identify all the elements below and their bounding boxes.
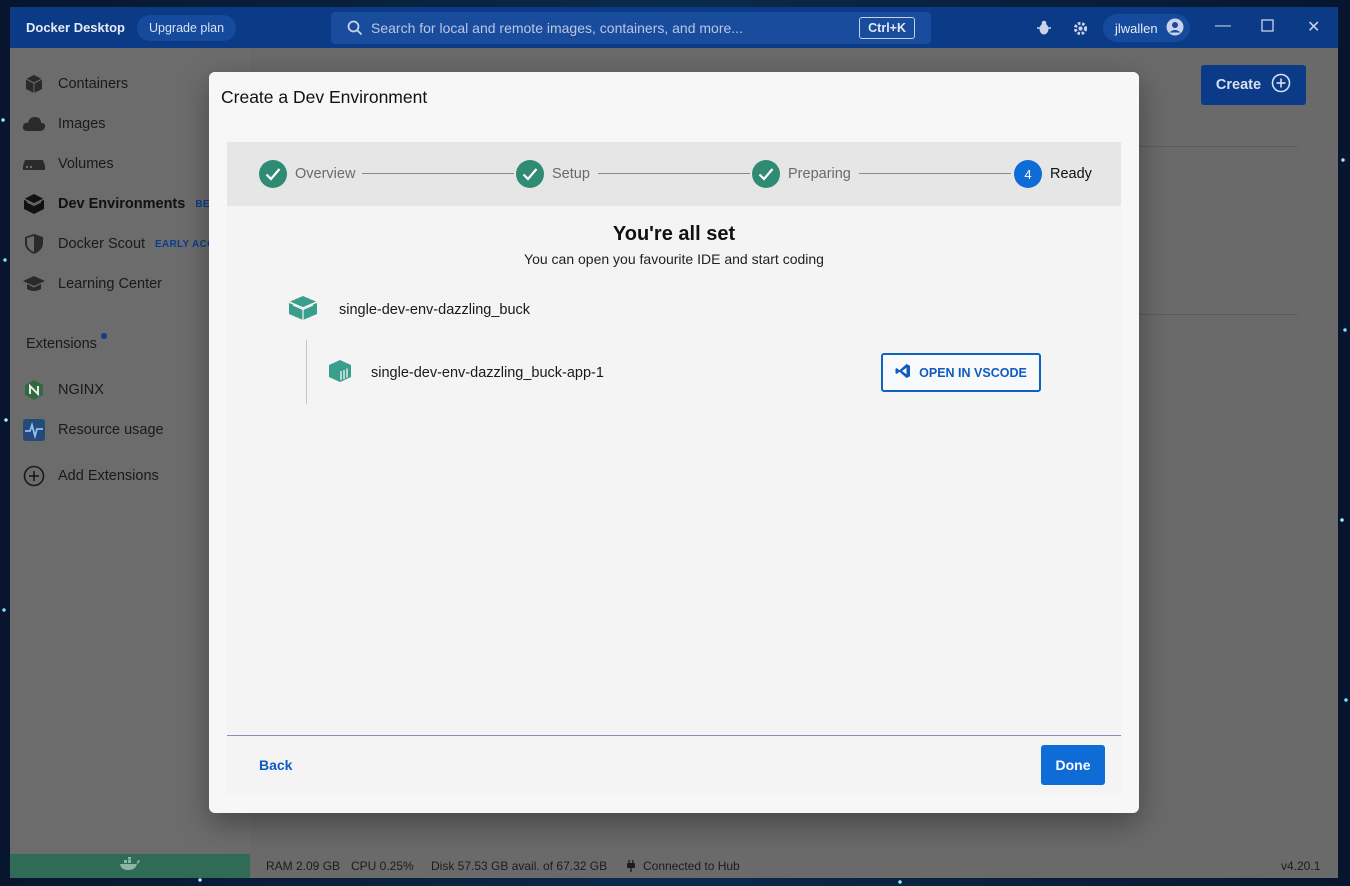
extensions-heading: Extensions [26,336,97,352]
user-menu[interactable]: jlwallen [1103,14,1190,42]
open-in-vscode-label: OPEN IN VSCODE [919,365,1027,380]
early-access-badge: EARLY ACC [155,238,215,250]
tree-connector [306,340,307,404]
shield-icon [22,232,46,256]
step-label: Setup [552,166,590,182]
sidebar-item-label: Containers [58,76,129,92]
back-button[interactable]: Back [259,757,292,773]
app-name: Docker Desktop [26,20,125,35]
dev-environments-icon [22,192,46,216]
hub-connection-status: Connected to Hub [643,859,740,873]
plug-icon [626,859,636,876]
sidebar-item-nginx[interactable]: NGINX [22,378,104,402]
sidebar-item-images[interactable]: Images [22,112,106,136]
create-label: Create [1215,77,1262,93]
graduation-cap-icon [22,272,46,296]
environment-row: single-dev-env-dazzling_buck [287,294,530,326]
docker-whale-icon [119,856,141,876]
success-heading: You're all set [612,223,736,245]
extensions-notification-dot [101,333,107,339]
step-number: 4 [1014,160,1042,188]
maximize-icon[interactable] [1261,19,1274,37]
success-subheading: You can open you favourite IDE and start… [524,251,824,267]
status-bar: RAM 2.09 GB CPU 0.25% Disk 57.53 GB avai… [250,854,1338,878]
step-connector [598,173,750,174]
sidebar-item-label: NGINX [58,382,104,398]
step-setup: Setup [516,160,590,188]
search-placeholder: Search for local and remote images, cont… [371,20,743,36]
step-connector [859,173,1011,174]
plus-circle-icon [22,464,46,488]
open-in-vscode-button[interactable]: OPEN IN VSCODE [881,353,1041,392]
plus-circle-icon [1271,73,1291,97]
sidebar-item-learning-center[interactable]: Learning Center [22,272,162,296]
sidebar-item-volumes[interactable]: Volumes [22,152,114,176]
sidebar-item-containers[interactable]: Containers [22,72,128,96]
service-row: single-dev-env-dazzling_buck-app-1 [327,360,604,386]
add-extensions-label: Add Extensions [58,468,159,484]
sidebar-item-label: Dev Environments [58,196,186,212]
sidebar-item-resource-usage[interactable]: Resource usage [22,418,164,442]
check-icon [752,160,780,188]
search-icon [347,20,363,36]
pulse-icon [22,418,46,442]
images-icon [22,112,46,136]
step-label: Preparing [788,166,851,182]
check-icon [516,160,544,188]
search-shortcut-badge: Ctrl+K [859,17,915,39]
nginx-icon [22,378,46,402]
sidebar-item-dev-environments[interactable]: Dev Environments BETA [22,192,223,216]
check-icon [259,160,287,188]
create-dev-environment-dialog: Create a Dev Environment Overview Setup [209,72,1139,813]
app-version: v4.20.1 [1281,859,1321,873]
search-bar[interactable]: Search for local and remote images, cont… [331,12,931,44]
gear-icon[interactable] [1071,19,1089,37]
dialog-body: Overview Setup Preparing 4 Ready You're … [227,142,1121,795]
username: jlwallen [1115,20,1158,36]
step-overview: Overview [259,160,355,188]
volumes-icon [22,152,46,176]
stepper: Overview Setup Preparing 4 Ready [227,142,1121,206]
ram-usage: RAM 2.09 GB [266,859,341,873]
sidebar-item-label: Images [58,116,106,132]
container-icon [327,359,353,387]
account-icon [1166,18,1184,39]
minimize-icon[interactable]: — [1215,17,1231,35]
environment-name: single-dev-env-dazzling_buck [339,302,531,318]
sidebar-item-label: Docker Scout [58,236,146,252]
sidebar-item-docker-scout[interactable]: Docker Scout EARLY ACC [22,232,215,256]
step-ready: 4 Ready [1014,160,1092,188]
close-window-icon[interactable]: ✕ [1307,17,1320,37]
add-extensions-button[interactable]: Add Extensions [22,464,159,488]
upgrade-plan-button[interactable]: Upgrade plan [136,14,237,41]
vscode-icon [895,363,911,382]
footer-divider [227,735,1121,736]
containers-icon [22,72,46,96]
sidebar-item-label: Resource usage [58,422,164,438]
sidebar-item-label: Volumes [58,156,114,172]
title-bar: Docker Desktop Upgrade plan Search for l… [10,7,1338,48]
step-preparing: Preparing [752,160,851,188]
create-button[interactable]: Create [1201,65,1306,105]
step-connector [362,173,514,174]
bug-icon[interactable] [1035,19,1053,37]
sidebar-item-label: Learning Center [58,276,162,292]
done-button[interactable]: Done [1041,745,1105,785]
dev-environment-icon [287,294,319,326]
service-name: single-dev-env-dazzling_buck-app-1 [371,365,604,381]
step-label: Ready [1050,166,1092,182]
dialog-title: Create a Dev Environment [221,87,428,107]
cpu-usage: CPU 0.25% [351,859,414,873]
step-label: Overview [295,166,356,182]
docker-whale-footer [10,854,250,878]
disk-usage: Disk 57.53 GB avail. of 67.32 GB [431,859,608,873]
